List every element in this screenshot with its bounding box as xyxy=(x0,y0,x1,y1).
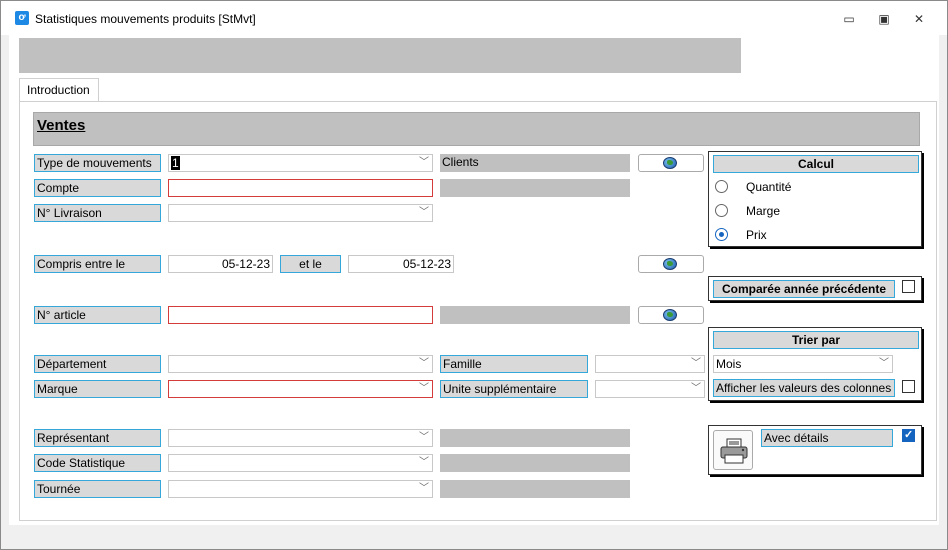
article-input[interactable] xyxy=(168,306,433,324)
globe-icon xyxy=(663,309,677,321)
calcul-group: Calcul Quantité Marge Prix xyxy=(708,151,922,247)
radio-circle xyxy=(715,180,728,193)
clients-lookup-button[interactable] xyxy=(638,154,704,172)
radio-marge-label: Marge xyxy=(746,204,781,218)
compte-label: Compte xyxy=(34,179,161,197)
comparee-label: Comparée année précédente xyxy=(713,280,895,298)
radio-quantite-label: Quantité xyxy=(746,180,792,194)
et-le-label: et le xyxy=(280,255,341,273)
article-lookup-button[interactable] xyxy=(638,306,704,324)
printer-icon xyxy=(720,438,748,464)
clients-label-box: Clients xyxy=(440,154,630,172)
livraison-select[interactable]: ﹀ xyxy=(168,204,433,222)
details-checkbox[interactable] xyxy=(902,428,915,442)
window-title: Statistiques mouvements produits [StMvt] xyxy=(35,12,256,26)
unite-supp-select[interactable]: ﹀ xyxy=(595,380,705,398)
minimize-icon: ▭ xyxy=(843,12,855,26)
footer-strip xyxy=(9,525,939,541)
globe-icon xyxy=(663,157,677,169)
date-lookup-button[interactable] xyxy=(638,255,704,273)
radio-prix-label: Prix xyxy=(746,228,767,242)
date-to-input[interactable]: 05-12-23 xyxy=(348,255,454,273)
chevron-down-icon: ﹀ xyxy=(419,432,429,443)
comparee-group: Comparée année précédente xyxy=(708,276,922,301)
maximize-button[interactable]: ▣ xyxy=(870,9,898,29)
print-button[interactable] xyxy=(713,430,753,470)
tournee-label: Tournée xyxy=(34,480,161,498)
title-bar: ơ Statistiques mouvements produits [StMv… xyxy=(1,1,947,35)
close-button[interactable]: ✕ xyxy=(905,9,933,29)
chevron-down-icon: ﹀ xyxy=(419,358,429,369)
unite-supp-label: Unite supplémentaire xyxy=(440,380,588,398)
chevron-down-icon: ﹀ xyxy=(691,383,701,394)
afficher-checkbox[interactable] xyxy=(902,380,915,393)
radio-circle xyxy=(715,228,728,241)
section-title: Ventes xyxy=(37,117,86,134)
compte-input[interactable] xyxy=(168,179,433,197)
details-group: Avec détails xyxy=(708,425,922,475)
famille-select[interactable]: ﹀ xyxy=(595,355,705,373)
header-banner xyxy=(19,38,741,73)
clients-label: Clients xyxy=(440,154,630,172)
trier-group: Trier par Mois ﹀ Afficher les valeurs de… xyxy=(708,327,922,401)
type-mouvements-select[interactable]: 1 ﹀ xyxy=(168,154,433,172)
marque-label: Marque xyxy=(34,380,161,398)
calcul-title: Calcul xyxy=(713,155,919,173)
representant-select[interactable]: ﹀ xyxy=(168,429,433,447)
trier-select[interactable]: Mois ﹀ xyxy=(713,355,893,373)
tab-introduction[interactable]: Introduction xyxy=(19,78,99,102)
compte-readonly xyxy=(440,179,630,197)
article-readonly xyxy=(440,306,630,324)
famille-label: Famille xyxy=(440,355,588,373)
code-statistique-readonly xyxy=(440,454,630,472)
chevron-down-icon: ﹀ xyxy=(419,157,429,168)
chevron-down-icon: ﹀ xyxy=(419,483,429,494)
close-icon: ✕ xyxy=(913,12,925,26)
chevron-down-icon: ﹀ xyxy=(419,457,429,468)
maximize-icon: ▣ xyxy=(878,12,890,26)
code-statistique-label: Code Statistique xyxy=(34,454,161,472)
representant-label: Représentant xyxy=(34,429,161,447)
chevron-down-icon: ﹀ xyxy=(419,207,429,218)
main-window: ơ Statistiques mouvements produits [StMv… xyxy=(0,0,948,550)
globe-icon xyxy=(663,258,677,270)
details-label: Avec détails xyxy=(761,429,893,447)
livraison-label: N° Livraison xyxy=(34,204,161,222)
client-area: Introduction Ventes Type de mouvements 1… xyxy=(9,35,939,541)
app-icon: ơ xyxy=(15,11,29,25)
type-mouvements-label: Type de mouvements xyxy=(34,154,161,172)
trier-value: Mois xyxy=(716,357,742,371)
chevron-down-icon: ﹀ xyxy=(419,383,429,394)
section-header: Ventes xyxy=(33,112,920,146)
departement-select[interactable]: ﹀ xyxy=(168,355,433,373)
type-mouvements-value: 1 xyxy=(171,156,180,170)
minimize-button[interactable]: ▭ xyxy=(835,9,863,29)
marque-select[interactable]: ﹀ xyxy=(168,380,433,398)
chevron-down-icon: ﹀ xyxy=(691,358,701,369)
comparee-checkbox[interactable] xyxy=(902,280,915,293)
chevron-down-icon: ﹀ xyxy=(879,358,889,369)
departement-label: Département xyxy=(34,355,161,373)
trier-title: Trier par xyxy=(713,331,919,349)
tournee-readonly xyxy=(440,480,630,498)
representant-readonly xyxy=(440,429,630,447)
tournee-select[interactable]: ﹀ xyxy=(168,480,433,498)
article-label: N° article xyxy=(34,306,161,324)
date-from-input[interactable]: 05-12-23 xyxy=(168,255,273,273)
afficher-label: Afficher les valeurs des colonnes xyxy=(713,379,895,397)
code-statistique-select[interactable]: ﹀ xyxy=(168,454,433,472)
compris-entre-label: Compris entre le xyxy=(34,255,161,273)
radio-circle xyxy=(715,204,728,217)
